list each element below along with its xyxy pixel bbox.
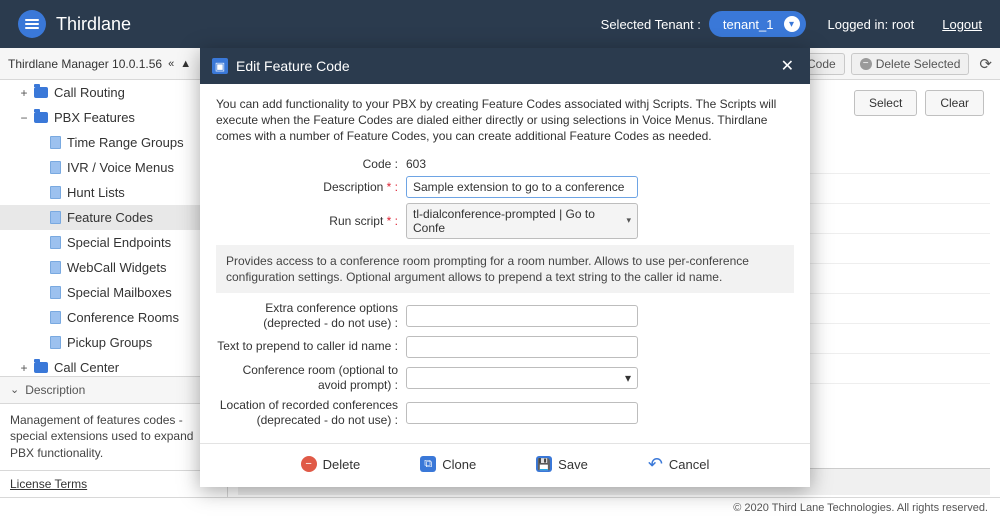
text-prepend-input[interactable]: [406, 336, 638, 358]
tree-item-webcall-widgets[interactable]: WebCall Widgets: [0, 255, 227, 280]
dialog-intro: You can add functionality to your PBX by…: [216, 96, 794, 145]
extra-opts-label: Extra conference options (deprected - do…: [216, 301, 406, 331]
edit-feature-code-dialog: ▣ Edit Feature Code ✕ You can add functi…: [200, 48, 810, 487]
folder-icon: [34, 87, 48, 98]
script-description: Provides access to a conference room pro…: [216, 245, 794, 293]
rec-loc-input[interactable]: [406, 402, 638, 424]
tree-item-feature-codes[interactable]: Feature Codes: [0, 205, 227, 230]
page-icon: [50, 336, 61, 349]
nav-tree: + Call Routing − PBX Features Time Range…: [0, 80, 227, 376]
sidebar: + Call Routing − PBX Features Time Range…: [0, 80, 228, 497]
tree-item-ivr-voice-menus[interactable]: IVR / Voice Menus: [0, 155, 227, 180]
tenant-label: Selected Tenant :: [601, 17, 701, 32]
clone-icon: ⧉: [420, 456, 436, 472]
tree-item-special-endpoints[interactable]: Special Endpoints: [0, 230, 227, 255]
chevron-up-icon[interactable]: ▲: [180, 58, 191, 70]
tree-item-conference-rooms[interactable]: Conference Rooms: [0, 305, 227, 330]
plus-icon: +: [18, 361, 30, 375]
rec-loc-label: Location of recorded conferences (deprec…: [216, 398, 406, 428]
minus-icon: −: [860, 58, 872, 70]
dialog-icon: ▣: [212, 58, 228, 74]
clear-button[interactable]: Clear: [925, 90, 984, 116]
tree-item-hunt-lists[interactable]: Hunt Lists: [0, 180, 227, 205]
folder-icon: [34, 112, 48, 123]
page-icon: [50, 261, 61, 274]
conf-room-select[interactable]: ▾: [406, 367, 638, 389]
dialog-body: You can add functionality to your PBX by…: [200, 84, 810, 443]
dialog-title: Edit Feature Code: [236, 58, 777, 74]
footer-copyright: © 2020 Third Lane Technologies. All righ…: [0, 497, 1000, 517]
description-panel-body: Management of features codes - special e…: [0, 404, 227, 470]
run-script-select[interactable]: tl-dialconference-prompted | Go to Confe…: [406, 203, 638, 239]
undo-icon: ↶: [648, 454, 663, 475]
delete-selected-button[interactable]: − Delete Selected: [851, 53, 970, 75]
description-label: Description * :: [216, 180, 406, 194]
conf-room-label: Conference room (optional to avoid promp…: [216, 363, 406, 393]
dialog-header: ▣ Edit Feature Code ✕: [200, 48, 810, 84]
brand-logo: [18, 10, 46, 38]
dialog-footer: − Delete ⧉ Clone 💾 Save ↶ Cancel: [200, 443, 810, 487]
description-input[interactable]: [406, 176, 638, 198]
tree-node-pbx-features[interactable]: − PBX Features: [0, 105, 227, 130]
delete-icon: −: [301, 456, 317, 472]
brand-name: Thirdlane: [56, 14, 131, 35]
chevron-down-icon: ⌄: [10, 383, 19, 396]
tenant-selector[interactable]: tenant_1 ▾: [709, 11, 806, 37]
folder-icon: [34, 362, 48, 373]
chevron-down-icon: ▾: [625, 371, 631, 385]
manager-version: Thirdlane Manager 10.0.1.56 « ▲: [8, 57, 191, 71]
description-panel-header[interactable]: ⌄ Description: [0, 376, 227, 404]
chevron-up-icon[interactable]: «: [168, 58, 174, 70]
page-icon: [50, 286, 61, 299]
code-label: Code :: [216, 157, 406, 171]
chevron-down-icon: ▾: [626, 215, 631, 226]
select-button[interactable]: Select: [854, 90, 917, 116]
tree-item-special-mailboxes[interactable]: Special Mailboxes: [0, 280, 227, 305]
plus-icon: +: [18, 86, 30, 100]
top-bar: Thirdlane Selected Tenant : tenant_1 ▾ L…: [0, 0, 1000, 48]
page-icon: [50, 211, 61, 224]
page-icon: [50, 236, 61, 249]
tree-item-time-range-groups[interactable]: Time Range Groups: [0, 130, 227, 155]
logged-in-text: Logged in: root: [828, 17, 915, 32]
tenant-value: tenant_1: [723, 17, 774, 32]
minus-icon: −: [18, 111, 30, 125]
run-script-label: Run script * :: [216, 214, 406, 228]
cancel-button[interactable]: ↶ Cancel: [648, 454, 710, 475]
clone-button[interactable]: ⧉ Clone: [420, 454, 476, 475]
chevron-down-icon: ▾: [784, 16, 800, 32]
tree-node-call-center[interactable]: + Call Center: [0, 355, 227, 376]
page-icon: [50, 161, 61, 174]
page-icon: [50, 311, 61, 324]
refresh-icon[interactable]: ⟳: [979, 55, 992, 73]
save-icon: 💾: [536, 456, 552, 472]
logout-link[interactable]: Logout: [942, 17, 982, 32]
code-value: 603: [406, 157, 426, 171]
license-terms-link[interactable]: License Terms: [0, 470, 227, 497]
delete-button[interactable]: − Delete: [301, 454, 361, 475]
extra-opts-input[interactable]: [406, 305, 638, 327]
save-button[interactable]: 💾 Save: [536, 454, 588, 475]
page-icon: [50, 136, 61, 149]
close-icon[interactable]: ✕: [777, 56, 798, 76]
tree-node-call-routing[interactable]: + Call Routing: [0, 80, 227, 105]
tree-item-pickup-groups[interactable]: Pickup Groups: [0, 330, 227, 355]
text-prepend-label: Text to prepend to caller id name :: [216, 339, 406, 354]
page-icon: [50, 186, 61, 199]
